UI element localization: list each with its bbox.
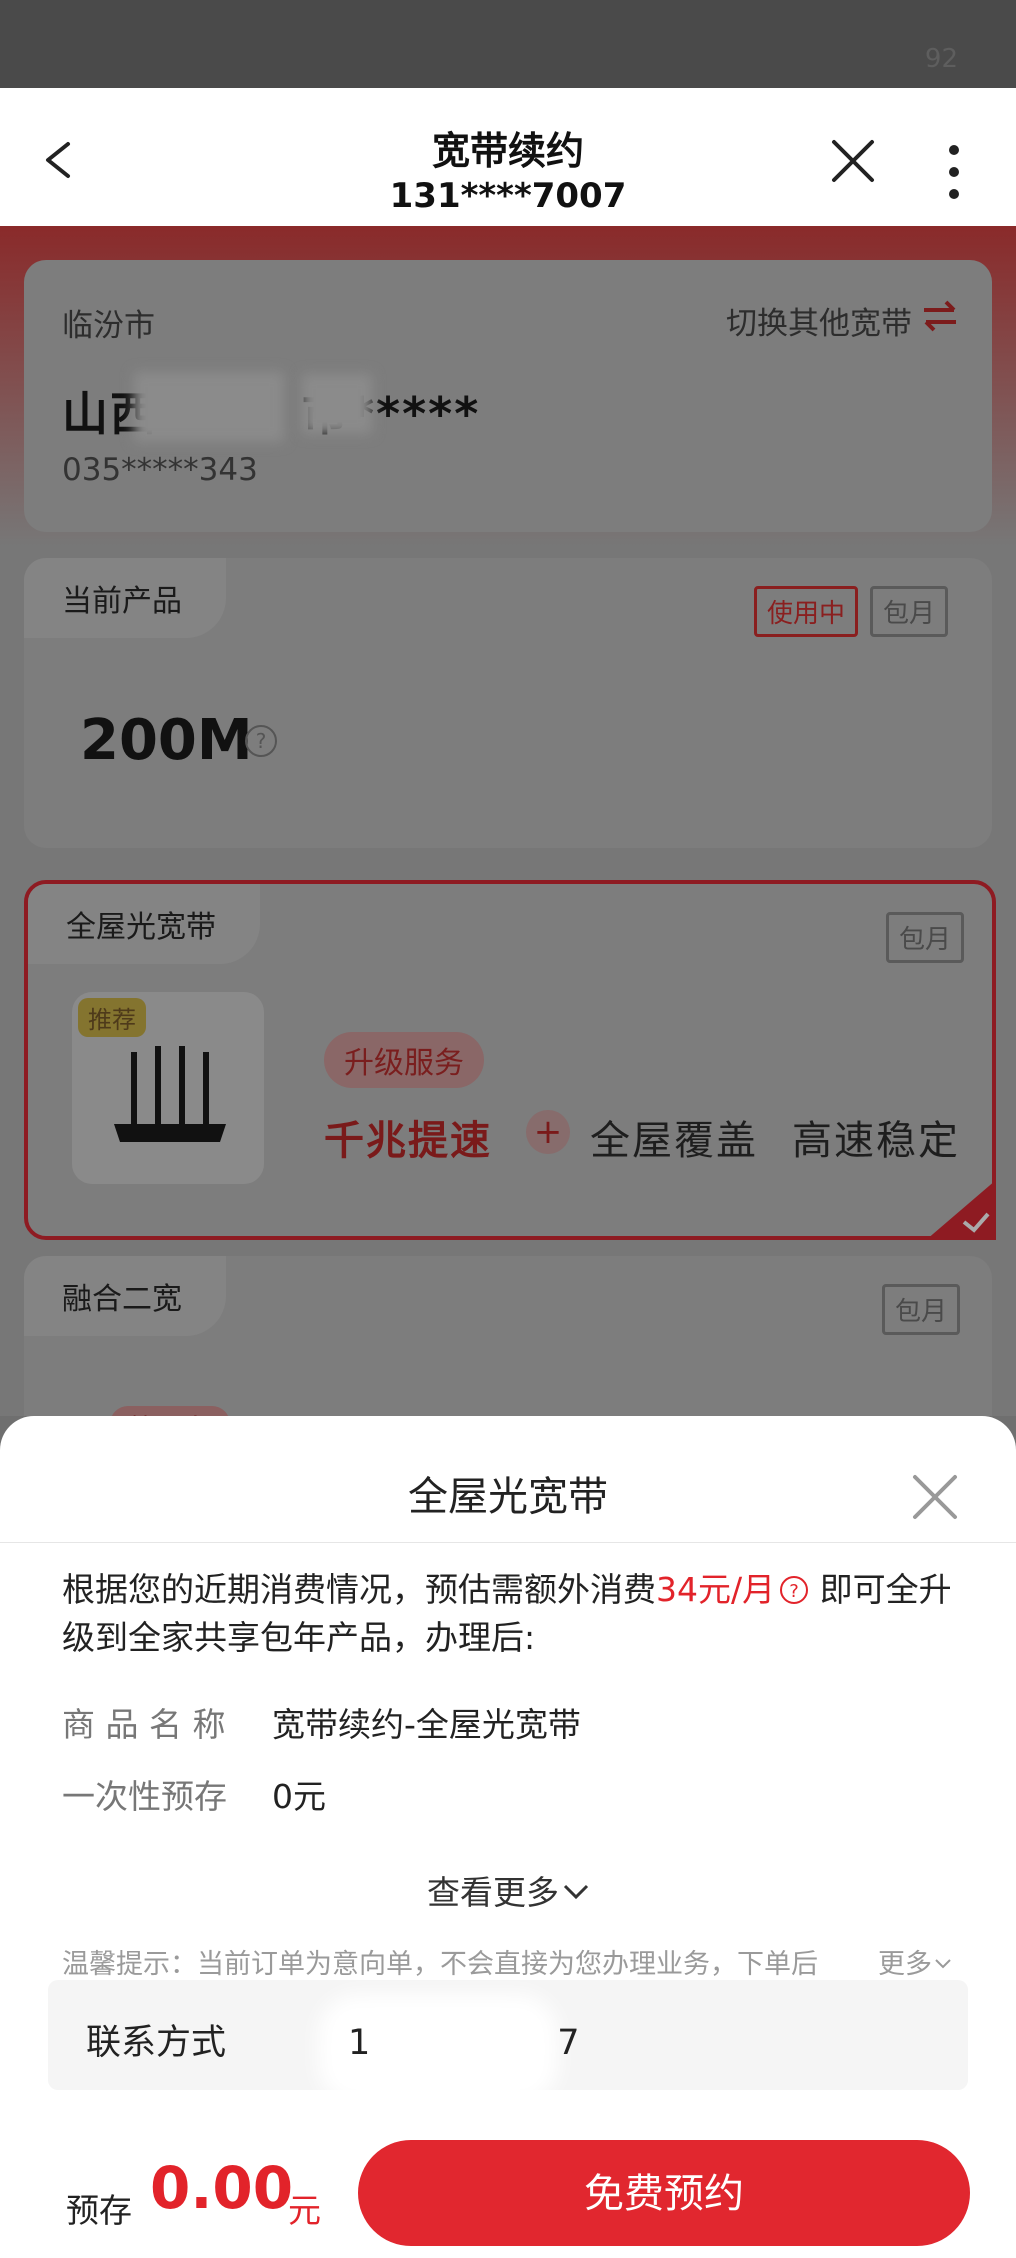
router-image: 推荐 (72, 992, 264, 1184)
more-icon[interactable] (940, 142, 968, 202)
notice-text: 温馨提示：当前订单为意向单，不会直接为您办理业务，下单后 (62, 1949, 818, 1980)
recommend-badge: 推荐 (78, 998, 146, 1037)
close-icon[interactable] (910, 1472, 960, 1522)
product-name-value: 宽带续约-全屋光宽带 (272, 1705, 581, 1744)
contact-value[interactable]: 1 7 (348, 2014, 582, 2065)
chevron-down-icon (563, 1884, 589, 1900)
monthly-badge: 包月 (870, 586, 949, 637)
city-label: 临汾市 (62, 308, 155, 344)
page-content: 临汾市 切换其他宽带 山西 市***** 035*****343 当前产品 使用… (0, 226, 1016, 1416)
contact-label: 联系方式 (86, 2023, 227, 2063)
redaction-mask (302, 374, 372, 434)
divider (0, 1542, 1016, 1543)
free-booking-button[interactable]: 免费预约 (358, 2140, 970, 2246)
second-broadband-card[interactable]: 融合二宽 包月 第二条 (24, 1256, 992, 1416)
product-name-label: 商 品 名 称 (62, 1705, 226, 1744)
upgrade-badge: 升级服务 (324, 1032, 484, 1088)
switch-broadband-link[interactable]: 切换其他宽带 (726, 298, 912, 343)
feature-gigabit: 千兆提速 (324, 1118, 492, 1164)
redaction-mask (134, 372, 284, 442)
view-more-label: 查看更多 (427, 1873, 559, 1912)
prepay-once-value: 0元 (272, 1777, 326, 1816)
svg-text:?: ? (256, 729, 267, 753)
monthly-badge: 包月 (886, 912, 965, 963)
selected-check-icon (926, 1180, 996, 1240)
prepay-unit: 元 (288, 2191, 321, 2230)
speed-value: 200M (80, 708, 253, 773)
close-icon[interactable] (828, 136, 878, 186)
view-more-button[interactable]: 查看更多 (0, 1866, 1016, 1914)
nav-bar: 宽带续约 131****7007 (0, 88, 1016, 226)
help-icon[interactable]: ? (779, 1575, 809, 1605)
notice-more-label: 更多 (878, 1949, 932, 1980)
whole-house-card[interactable]: 全屋光宽带 包月 推荐 升级服务 千兆提速 + 全屋覆盖 高速稳定 (24, 880, 996, 1240)
router-icon (114, 1046, 226, 1142)
plus-icon: + (526, 1110, 570, 1154)
notice-more-link[interactable]: 更多 (872, 1942, 952, 1981)
current-product-tab: 当前产品 (24, 558, 226, 638)
in-use-badge: 使用中 (754, 586, 859, 637)
feature-stable: 高速稳定 (792, 1118, 960, 1164)
estimate-description: 根据您的近期消费情况，预估需额外消费34元/月? 即可全升级到全家共享包年产品，… (62, 1566, 962, 1662)
prepay-once-label: 一次性预存 (62, 1777, 227, 1816)
prepay-amount: 0.00 (150, 2154, 294, 2222)
account-number: 035*****343 (62, 452, 258, 488)
svg-text:?: ? (789, 1581, 799, 1602)
feature-coverage: 全屋覆盖 (590, 1118, 758, 1164)
sheet-title: 全屋光宽带 (408, 1474, 608, 1520)
chevron-down-icon (935, 1959, 951, 1969)
current-product-card: 当前产品 使用中 包月 200M ? (24, 558, 992, 848)
second-line-badge: 第二条 (110, 1406, 231, 1416)
extra-cost-amount: 34元/月 (656, 1570, 776, 1609)
switch-icon[interactable] (922, 300, 958, 332)
help-icon[interactable]: ? (244, 724, 278, 758)
status-number: 92 (924, 44, 958, 74)
whole-house-tab: 全屋光宽带 (28, 884, 260, 964)
second-broadband-tab: 融合二宽 (24, 1256, 226, 1336)
contact-field[interactable]: 联系方式 1 7 (48, 1980, 968, 2104)
prepay-label: 预存 (66, 2191, 132, 2230)
status-bar: 92 (0, 0, 1016, 88)
address-card: 临汾市 切换其他宽带 山西 市***** 035*****343 (24, 260, 992, 532)
monthly-badge: 包月 (882, 1284, 961, 1335)
desc-text: 根据您的近期消费情况，预估需额外消费 (62, 1570, 656, 1609)
bottom-sheet: 全屋光宽带 根据您的近期消费情况，预估需额外消费34元/月? 即可全升级到全家共… (0, 1416, 1016, 2258)
